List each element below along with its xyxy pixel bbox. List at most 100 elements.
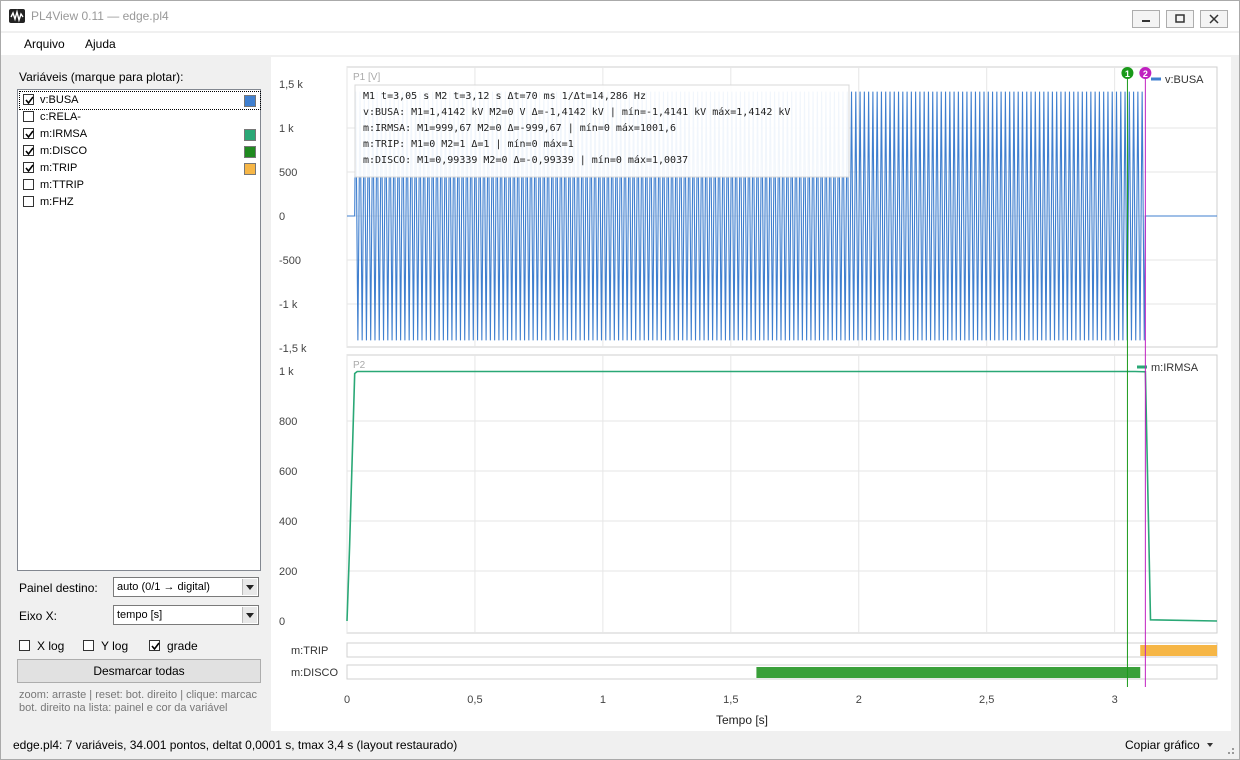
legend-label: v:BUSA [1165,74,1204,86]
marker-id: 2 [1143,69,1148,79]
x-tick-label: 0,5 [467,694,482,706]
panel-2 [346,354,1218,634]
y-tick-label: 1 k [279,366,294,378]
y-tick-label: 0 [279,211,285,223]
variable-name: m:IRMSA [40,128,88,140]
variable-item[interactable]: m:DISCO [20,143,260,160]
plot-area[interactable]: P1 [V] 1,5 k 1 k 500 0 -500 -1 k -1,5 k v:BUSA M1… [271,57,1231,731]
variable-item[interactable]: m:FHZ [20,194,260,211]
variable-name: v:BUSA [40,94,79,106]
checkbox-icon[interactable] [23,196,34,207]
readout-line: M1 t=3,05 s M2 t=3,12 s Δt=70 ms 1/Δt=14… [363,91,646,102]
panel-label: P1 [V] [353,72,380,83]
plot-canvas[interactable]: P1 [V] 1,5 k 1 k 500 0 -500 -1 k -1,5 k v:BUSA M1… [271,57,1231,731]
resize-grip-icon[interactable] [1225,745,1235,755]
x-tick-label: 0 [344,694,350,706]
color-swatch[interactable] [244,163,256,175]
title-bar: PL4View 0.11 — edge.pl4 [1,1,1239,31]
checkbox-icon [19,640,30,651]
y-tick-label: -1,5 k [279,343,307,355]
variable-item[interactable]: m:TTRIP [20,177,260,194]
variable-item[interactable]: m:IRMSA [20,126,260,143]
xaxis-select[interactable]: tempo [s] [113,605,259,625]
checkmark-icon[interactable] [23,94,34,105]
readout-line: m:TRIP: M1=0 M2=1 Δ=1 | mín=0 máx=1 [363,138,574,150]
menu-ajuda[interactable]: Ajuda [85,37,116,51]
close-button[interactable] [1200,10,1228,28]
checkmark-icon[interactable] [23,162,34,173]
checkbox-icon [83,640,94,651]
y-tick-label: -500 [279,255,301,267]
left-panel: Variáveis (marque para plotar): v:BUSA c:… [13,61,269,729]
y-tick-label: 200 [279,566,297,578]
menu-arquivo[interactable]: Arquivo [24,37,65,51]
variable-list[interactable]: v:BUSA c:RELA-m:IRMSA m:DISCO m:TRIP m:TTRIP… [17,89,261,571]
variable-name: m:FHZ [40,196,74,208]
target-panel-select[interactable]: auto (0/1 → digital) [113,577,259,597]
marker-id: 1 [1125,69,1130,79]
x-axis-label: Tempo [s] [716,713,768,727]
x-tick-label: 2 [856,694,862,706]
digital-bar [756,667,1141,678]
y-tick-label: 800 [279,416,297,428]
chevron-down-icon[interactable] [1207,743,1213,747]
panel-label: P2 [353,360,366,371]
variable-name: c:RELA- [40,111,81,123]
variable-item[interactable]: c:RELA- [20,109,260,126]
legend-label: m:IRMSA [1151,362,1199,374]
clear-all-button[interactable]: Desmarcar todas [17,659,261,683]
y-tick-label: 400 [279,516,297,528]
checkmark-icon[interactable] [23,128,34,139]
status-bar: edge.pl4: 7 variáveis, 34.001 pontos, de… [1,733,1239,759]
status-text: edge.pl4: 7 variáveis, 34.001 pontos, de… [13,738,458,752]
maximize-button[interactable] [1166,10,1194,28]
y-tick-label: 1,5 k [279,79,303,91]
y-tick-label: 600 [279,466,297,478]
menu-bar: Arquivo Ajuda [1,33,1239,55]
color-swatch[interactable] [244,95,256,107]
minimize-icon [1142,20,1150,22]
close-icon [1209,14,1219,24]
x-tick-label: 1,5 [723,694,738,706]
grid-label: grade [167,639,198,653]
x-tick-label: 3 [1112,694,1118,706]
readout-line: m:IRMSA: M1=999,67 M2=0 Δ=-999,67 | mín=… [363,122,676,134]
variable-item[interactable]: m:TRIP [20,160,260,177]
digital-track [346,642,1218,658]
variable-item[interactable]: v:BUSA [19,91,261,110]
readout-line: v:BUSA: M1=1,4142 kV M2=0 V Δ=-1,4142 kV… [363,106,790,118]
checkmark-icon [149,640,160,651]
y-tick-label: 1 k [279,123,294,135]
minimize-button[interactable] [1132,10,1160,28]
maximize-icon [1175,14,1185,23]
checkbox-icon[interactable] [23,111,34,122]
chevron-down-icon[interactable] [242,579,257,595]
target-panel-label: Painel destino: [19,581,98,595]
copy-chart-button[interactable]: Copiar gráfico [1125,738,1200,752]
xlog-label: X log [37,639,65,653]
digital-label: m:TRIP [291,645,328,657]
color-swatch[interactable] [244,146,256,158]
hint-line-2: bot. direito na lista: painel e cor da v… [19,702,228,714]
x-tick-label: 2,5 [979,694,994,706]
waveform-icon [9,9,25,23]
chevron-down-icon[interactable] [242,607,257,623]
ylog-label: Y log [101,639,129,653]
y-tick-label: -1 k [279,299,298,311]
variables-label: Variáveis (marque para plotar): [19,70,184,84]
x-tick-label: 1 [600,694,606,706]
digital-bar [1140,645,1217,656]
app-window: PL4View 0.11 — edge.pl4 Arquivo Ajuda Va… [0,0,1240,760]
checkmark-icon[interactable] [23,145,34,156]
xaxis-label: Eixo X: [19,609,58,623]
variable-name: m:TRIP [40,162,78,174]
y-tick-label: 0 [279,616,285,628]
variable-name: m:TTRIP [40,179,84,191]
window-title: PL4View 0.11 — edge.pl4 [31,9,169,23]
digital-label: m:DISCO [291,667,339,679]
color-swatch[interactable] [244,129,256,141]
checkbox-icon[interactable] [23,179,34,190]
variable-name: m:DISCO [40,145,88,157]
target-panel-value: auto (0/1 → digital) [117,581,210,593]
hint-line-1: zoom: arraste | reset: bot. direito | cl… [19,689,258,701]
